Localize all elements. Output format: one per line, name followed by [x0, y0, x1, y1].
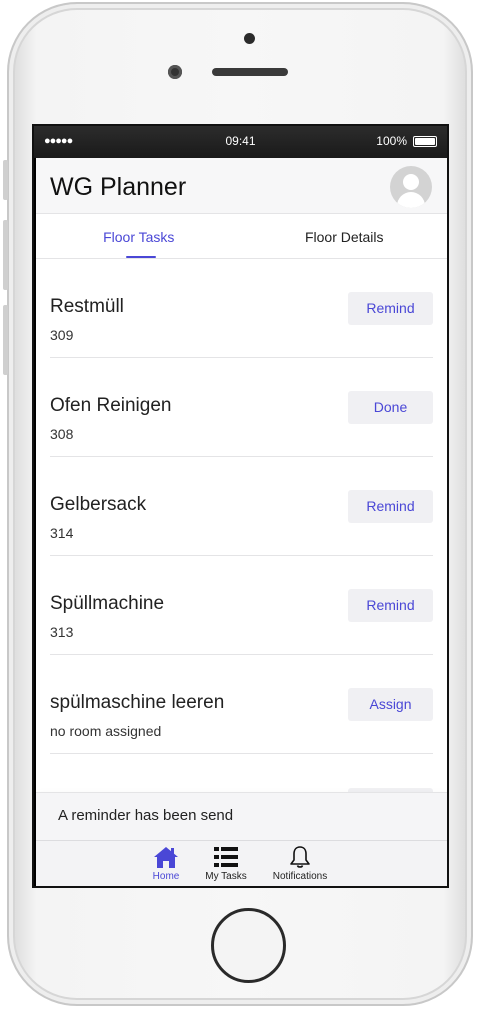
task-room: 314: [50, 525, 74, 541]
bell-icon: [290, 846, 310, 868]
tabbar-home[interactable]: Home: [150, 845, 182, 882]
avatar[interactable]: [390, 166, 432, 208]
status-bar: ●●●●● 09:41 100%: [34, 126, 447, 158]
task-name: Ofen Reinigen: [50, 395, 172, 416]
task-name: Gelbersack: [50, 494, 147, 515]
home-button[interactable]: [211, 908, 286, 983]
app-view: WG Planner Floor Tasks Floor Details Res…: [36, 158, 447, 886]
task-name: Spüllmachine: [50, 593, 165, 614]
home-icon: [154, 847, 178, 868]
mute-switch[interactable]: [3, 160, 8, 200]
task-room: 313: [50, 624, 74, 640]
remind-button[interactable]: Remind: [348, 490, 433, 523]
remind-button[interactable]: Remind: [348, 589, 433, 622]
front-camera: [168, 65, 182, 79]
tab-floor-tasks[interactable]: Floor Tasks: [36, 215, 242, 259]
tabbar-my-tasks-label: My Tasks: [205, 871, 247, 882]
tab-floor-details[interactable]: Floor Details: [242, 215, 448, 259]
earpiece-speaker: [212, 68, 288, 76]
done-button[interactable]: Done: [348, 391, 433, 424]
task-room: 308: [50, 426, 74, 442]
volume-up-button[interactable]: [3, 220, 8, 290]
list-item: Spüllmachine 313 Remind: [50, 556, 433, 655]
bottom-tab-bar: Home My Tasks Notifications: [36, 840, 447, 886]
task-name: Restmüll: [50, 296, 124, 317]
toast-notification: A reminder has been send: [36, 792, 447, 840]
segment-tabs: Floor Tasks Floor Details: [36, 215, 447, 259]
list-item: Ofen Reinigen 308 Done: [50, 358, 433, 457]
tabbar-my-tasks[interactable]: My Tasks: [202, 845, 250, 882]
app-header: WG Planner: [36, 158, 447, 214]
tabbar-notifications-label: Notifications: [272, 871, 328, 882]
active-tab-indicator: [126, 256, 156, 258]
task-list: Restmüll 309 Remind Ofen Reinigen 308 Do…: [36, 259, 447, 754]
tabbar-home-label: Home: [152, 871, 180, 882]
list-icon: [214, 847, 238, 867]
list-item: spülmaschine leeren no room assigned Ass…: [50, 655, 433, 754]
page-title: WG Planner: [50, 173, 187, 201]
remind-button[interactable]: Remind: [348, 292, 433, 325]
volume-down-button[interactable]: [3, 305, 8, 375]
list-item: Restmüll 309 Remind: [50, 259, 433, 358]
list-item: Gelbersack 314 Remind: [50, 457, 433, 556]
tabbar-notifications[interactable]: Notifications: [269, 845, 331, 882]
phone-screen: ●●●●● 09:41 100% WG Planner Floor Tasks …: [32, 124, 449, 888]
task-room: 309: [50, 327, 74, 343]
battery-icon: [413, 136, 437, 147]
task-name: spülmaschine leeren: [50, 692, 225, 713]
task-room: no room assigned: [50, 723, 162, 739]
assign-button[interactable]: Assign: [348, 688, 433, 721]
sensor-dot: [244, 33, 255, 44]
battery-percent: 100%: [376, 134, 407, 148]
